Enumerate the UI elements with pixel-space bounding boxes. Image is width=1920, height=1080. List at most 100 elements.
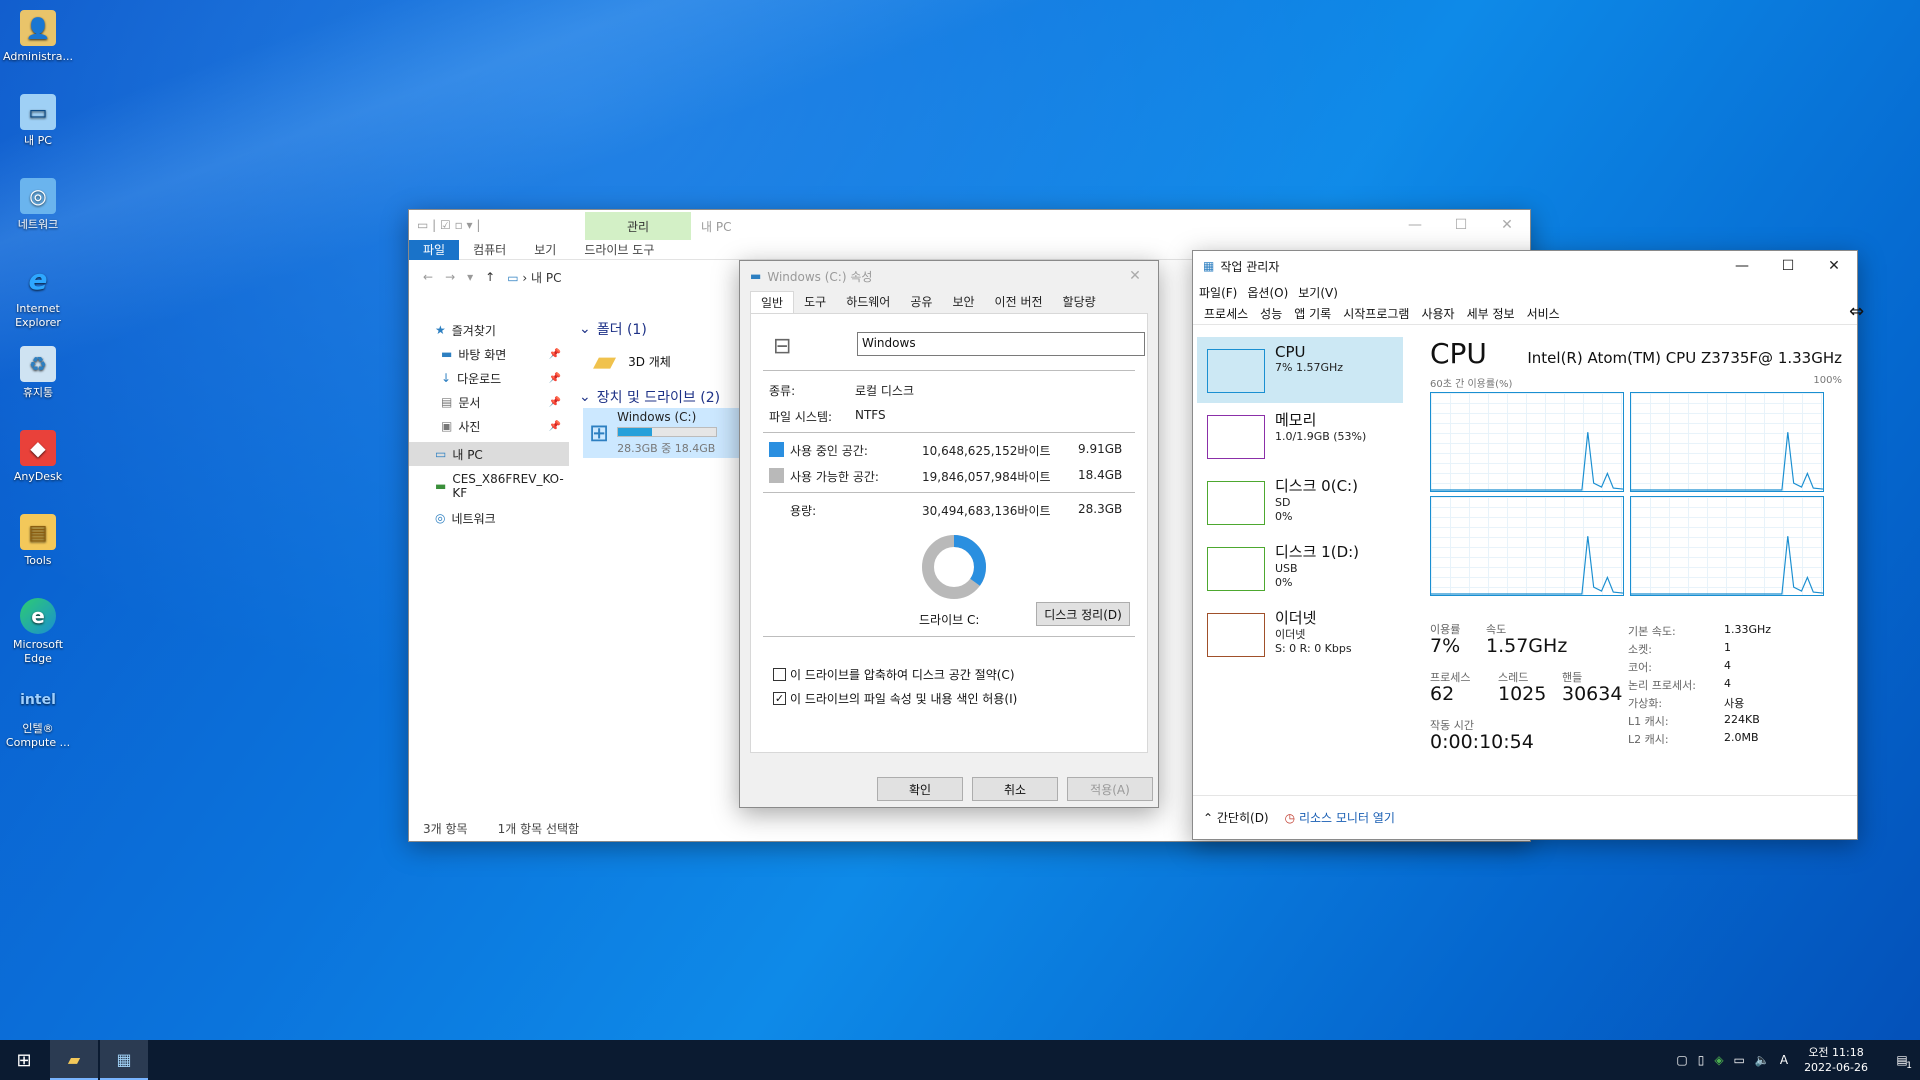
compress-drive-checkbox[interactable]: 이 드라이브를 압축하여 디스크 공간 절약(C) — [773, 666, 1015, 683]
notification-center-button[interactable]: ▤ 1 — [1884, 1053, 1920, 1071]
disk-cleanup-button[interactable]: 디스크 정리(D) — [1036, 602, 1130, 626]
windows-drive-icon: ⊞ — [589, 419, 610, 447]
minimize-button[interactable]: — — [1392, 210, 1438, 240]
free-space-swatch — [769, 468, 784, 483]
nav-usb-drive[interactable]: ▬ CES_X86FREV_KO-KF — [409, 472, 569, 500]
nav-pictures[interactable]: ▣ 사진 📌 — [409, 414, 569, 438]
maximize-button[interactable]: ☐ — [1438, 210, 1484, 240]
desktop-icon-network[interactable]: ◎ 네트워크 — [0, 176, 76, 260]
tab-hardware[interactable]: 하드웨어 — [836, 291, 900, 313]
tab-manage[interactable]: 관리 — [585, 212, 691, 240]
nav-documents[interactable]: ▤ 문서 📌 — [409, 390, 569, 414]
network-icon: ◎ — [20, 178, 56, 214]
ok-button[interactable]: 확인 — [877, 777, 963, 801]
volume-icon[interactable]: 🔈 — [1755, 1053, 1770, 1067]
start-button[interactable]: ⊞ — [0, 1040, 48, 1080]
action-icon[interactable]: ▢ — [1676, 1053, 1687, 1067]
tab-general[interactable]: 일반 — [750, 291, 795, 313]
tab-drive-tools[interactable]: 드라이브 도구 — [570, 240, 668, 260]
clock[interactable]: 오전 11:18 2022-06-26 — [1798, 1045, 1874, 1075]
open-resource-monitor-link[interactable]: ◷ 리소스 모니터 열기 — [1285, 809, 1395, 826]
close-button[interactable]: ✕ — [1112, 261, 1158, 291]
drive-c[interactable]: ⊞ Windows (C:) 28.3GB 중 18.4GB — [583, 408, 741, 458]
nav-this-pc[interactable]: ▭ 내 PC — [409, 442, 569, 466]
resource-cpu[interactable]: CPU 7% 1.57GHz — [1197, 337, 1403, 403]
tab-details[interactable]: 세부 정보 — [1462, 305, 1520, 322]
tab-users[interactable]: 사용자 — [1416, 305, 1459, 322]
security-icon[interactable]: ◈ — [1714, 1053, 1723, 1067]
system-tray: ▢ ▯ ◈ ▭ 🔈 A 오전 11:18 2022-06-26 ▤ 1 — [1676, 1040, 1920, 1080]
tab-view[interactable]: 보기 — [520, 240, 570, 260]
cpu-usage-line — [1431, 432, 1624, 491]
back-icon[interactable]: ← — [423, 270, 433, 284]
nav-desktop[interactable]: ▬ 바탕 화면 📌 — [409, 342, 569, 366]
desktop-icon-administrator[interactable]: 👤 Administra... — [0, 8, 76, 92]
capacity-label: 용량: — [790, 504, 817, 518]
tab-computer[interactable]: 컴퓨터 — [459, 240, 520, 260]
apply-button[interactable]: 적용(A) — [1067, 777, 1153, 801]
close-button[interactable]: ✕ — [1811, 251, 1857, 281]
tab-file[interactable]: 파일 — [409, 239, 460, 260]
fewer-details-button[interactable]: ⌃ 간단히(D) — [1203, 809, 1269, 826]
network-icon[interactable]: ▭ — [1734, 1053, 1745, 1067]
resource-detail: 1.0/1.9GB (53%) — [1275, 430, 1367, 443]
resource-name: CPU — [1275, 343, 1306, 361]
desktop-icon-intel[interactable]: intel 인텔® Compute ... — [0, 680, 76, 764]
volume-name-input[interactable]: Windows — [857, 332, 1145, 356]
cpu-heading: CPU — [1430, 337, 1487, 370]
resource-ethernet[interactable]: 이더넷 이더넷 S: 0 R: 0 Kbps — [1197, 601, 1403, 667]
cancel-button[interactable]: 취소 — [972, 777, 1058, 801]
resource-disk-1[interactable]: 디스크 1(D:) USB 0% — [1197, 535, 1403, 601]
resource-memory[interactable]: 메모리 1.0/1.9GB (53%) — [1197, 403, 1403, 469]
desktop-icon-this-pc[interactable]: ▭ 내 PC — [0, 92, 76, 176]
nav-network[interactable]: ◎ 네트워크 — [409, 506, 569, 530]
tab-processes[interactable]: 프로세스 — [1199, 305, 1253, 322]
ime-indicator[interactable]: A — [1780, 1053, 1788, 1067]
resource-disk-0[interactable]: 디스크 0(C:) SD 0% — [1197, 469, 1403, 535]
tab-app-history[interactable]: 앱 기록 — [1289, 305, 1336, 322]
intel-icon: intel — [20, 692, 56, 708]
tab-security[interactable]: 보안 — [942, 291, 984, 313]
desktop-icon-internet-explorer[interactable]: e Internet Explorer — [0, 260, 76, 344]
nav-quick-access[interactable]: ★ 즐겨찾기 — [409, 318, 569, 342]
forward-icon[interactable]: → — [445, 270, 455, 284]
tab-sharing[interactable]: 공유 — [900, 291, 942, 313]
menu-view[interactable]: 보기(V) — [1298, 284, 1338, 301]
close-button[interactable]: ✕ — [1484, 210, 1530, 240]
task-manager-window[interactable]: ▦ 작업 관리자 — ☐ ✕ 파일(F) 옵션(O) 보기(V) 프로세스 성능… — [1192, 250, 1858, 840]
menu-file[interactable]: 파일(F) — [1199, 284, 1237, 301]
minimize-button[interactable]: — — [1719, 251, 1765, 281]
tab-quota[interactable]: 할당량 — [1053, 291, 1106, 313]
resource-detail: USB — [1275, 562, 1298, 575]
network-icon: ◎ — [435, 511, 446, 525]
desktop-icon-edge[interactable]: e Microsoft Edge — [0, 596, 76, 680]
index-drive-checkbox[interactable]: ✓ 이 드라이브의 파일 속성 및 내용 색인 허용(I) — [773, 690, 1017, 707]
quick-access-toolbar[interactable]: ▭ | ☑ ▫ ▾ | — [417, 218, 480, 232]
desktop-icon-tools[interactable]: ▤ Tools — [0, 512, 76, 596]
resource-detail: SD — [1275, 496, 1291, 509]
computer-icon: ▭ — [507, 270, 519, 285]
maximize-button[interactable]: ☐ — [1765, 251, 1811, 281]
up-icon[interactable]: ↑ — [485, 270, 495, 284]
tab-startup[interactable]: 시작프로그램 — [1338, 305, 1414, 322]
drive-properties-dialog[interactable]: ▬ Windows (C:) 속성 ✕ 일반 도구 하드웨어 공유 보안 이전 … — [739, 260, 1159, 808]
pin-icon: 📌 — [548, 420, 561, 432]
chevron-down-icon[interactable]: ▾ — [467, 270, 473, 284]
taskbar-task-manager[interactable]: ▦ — [100, 1040, 148, 1080]
nav-downloads[interactable]: ↓ 다운로드 📌 — [409, 366, 569, 390]
tab-services[interactable]: 서비스 — [1522, 305, 1565, 322]
taskbar-file-explorer[interactable]: ▰ — [50, 1040, 98, 1080]
tab-tools[interactable]: 도구 — [794, 291, 836, 313]
desktop-icon-recycle-bin[interactable]: ♻ 휴지통 — [0, 344, 76, 428]
usb-icon[interactable]: ▯ — [1698, 1053, 1705, 1067]
menu-options[interactable]: 옵션(O) — [1247, 284, 1288, 301]
download-icon: ↓ — [441, 371, 452, 385]
tab-previous-versions[interactable]: 이전 버전 — [985, 291, 1053, 313]
tab-performance[interactable]: 성능 — [1255, 305, 1287, 322]
star-icon: ★ — [435, 323, 446, 337]
address-path[interactable]: ▭ › 내 PC — [507, 269, 561, 286]
resource-name: 이더넷 — [1275, 609, 1317, 627]
desktop-icon-anydesk[interactable]: ◆ AnyDesk — [0, 428, 76, 512]
task-manager-icon: ▦ — [116, 1049, 132, 1069]
disk1-thumbnail-graph — [1207, 547, 1265, 591]
